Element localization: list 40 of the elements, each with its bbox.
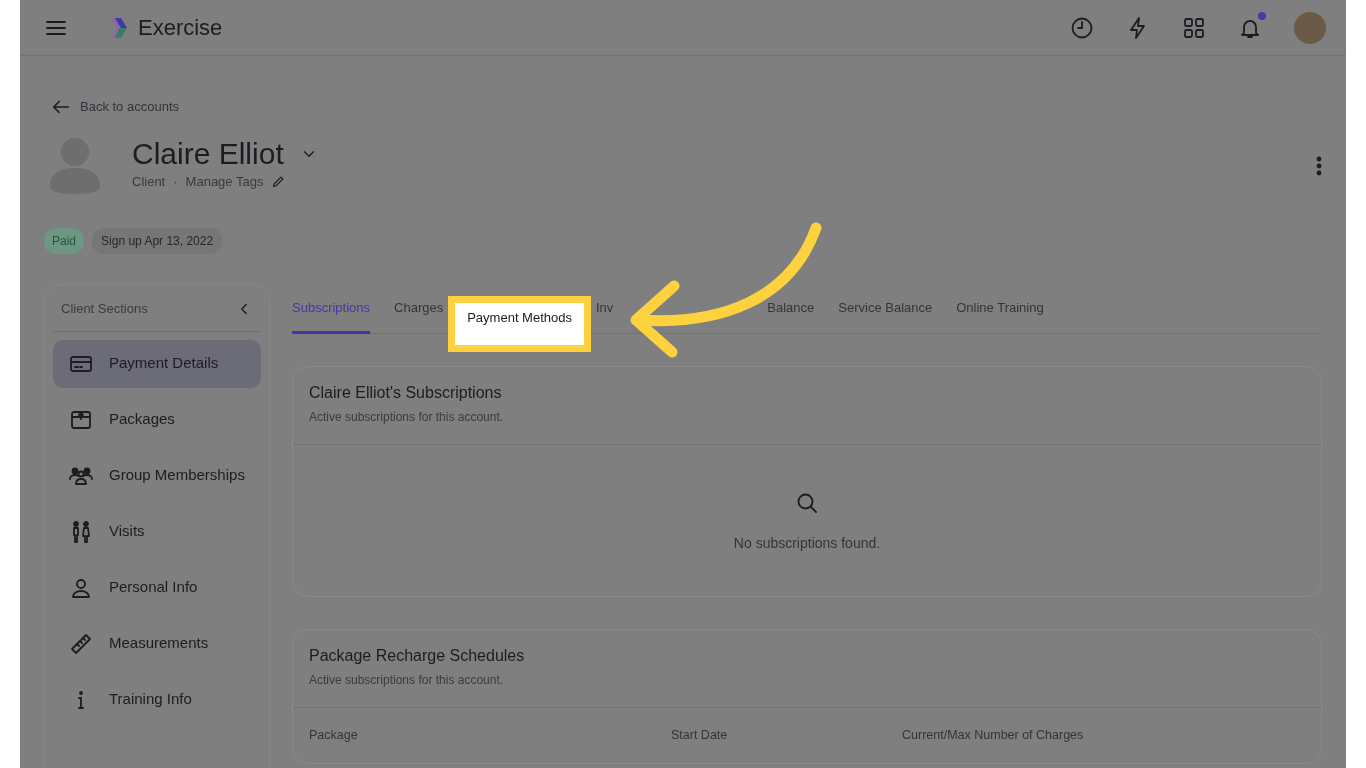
tab[interactable]: Payment Methods (448, 295, 591, 352)
history-icon (1070, 15, 1094, 40)
sidebar-item[interactable]: Personal Info (53, 563, 261, 612)
card-subtitle: Active subscriptions for this account. (309, 672, 505, 690)
column-header: Current/Max Number of Charges (902, 727, 1085, 745)
apps-grid-button[interactable] (1182, 15, 1206, 40)
empty-message: No subscriptions found. (733, 534, 881, 554)
search-icon (795, 491, 819, 516)
tab[interactable]: Service Balance (838, 296, 933, 334)
tab[interactable]: Balance (767, 296, 815, 334)
app-title: Exercise (138, 14, 223, 42)
tab[interactable]: Inv (595, 296, 614, 334)
sidebar-item[interactable]: Group Memberships (53, 451, 261, 500)
sidebar-item[interactable]: Training Info (53, 675, 261, 724)
apps-grid-icon (1182, 15, 1206, 40)
sidebar-item[interactable]: Visits (53, 507, 261, 556)
column-header: Package (309, 727, 359, 745)
manage-tags-link[interactable]: Manage Tags (185, 172, 264, 192)
client-name: Claire Elliot (132, 136, 284, 172)
tab[interactable]: Online Training (956, 296, 1044, 334)
info-icon (77, 689, 85, 710)
history-button[interactable] (1070, 15, 1094, 40)
more-options-button[interactable] (1316, 156, 1322, 176)
signup-date-badge: Sign up Apr 13, 2022 (92, 228, 223, 254)
card-subtitle: Active subscriptions for this account. (309, 409, 505, 427)
ruler-icon (69, 631, 93, 656)
status-badge: Paid (44, 228, 85, 254)
card-title: Claire Elliot's Subscriptions (309, 383, 503, 403)
client-role: Client (132, 173, 166, 191)
column-header: Start Date (671, 727, 729, 745)
sidebar-item[interactable]: Payment Details (53, 339, 261, 388)
sidebar-title: Client Sections (61, 300, 148, 318)
separator-dot: · (173, 173, 178, 191)
card-title: Package Recharge Schedules (309, 646, 526, 666)
kebab-icon (1316, 156, 1322, 176)
sidebar-item[interactable]: Packages (53, 395, 261, 444)
tab[interactable]: Charges (394, 296, 444, 334)
tab[interactable]: Subscriptions (292, 296, 371, 334)
back-link[interactable]: Back to accounts (50, 96, 179, 118)
sidebar-item[interactable]: Measurements (53, 619, 261, 668)
